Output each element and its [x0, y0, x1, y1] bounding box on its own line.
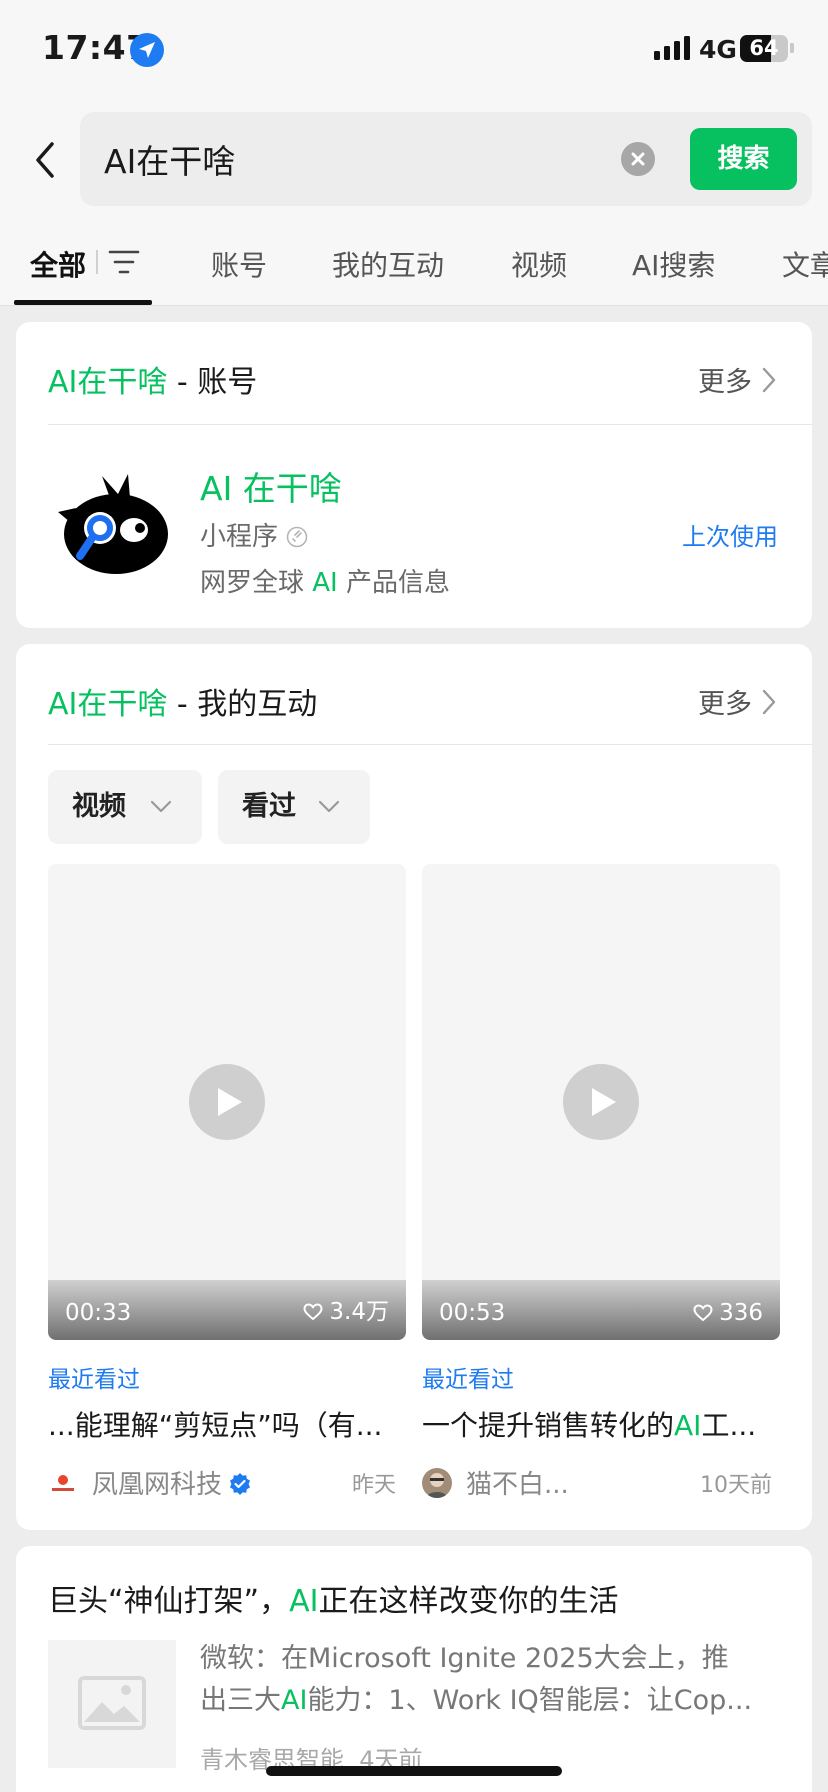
author-name[interactable]: 凤凰网科技: [92, 1464, 252, 1501]
recently-watched-label: 最近看过: [422, 1367, 514, 1393]
video-duration: 00:53: [439, 1300, 506, 1326]
filter-icon[interactable]: [108, 249, 140, 275]
video-title[interactable]: 一个提升销售转化的AI工...: [422, 1404, 787, 1444]
close-icon: [631, 152, 645, 166]
link-icon: [286, 526, 308, 548]
recently-used-label[interactable]: 上次使用: [682, 517, 778, 552]
battery-icon: 64: [740, 35, 788, 62]
network-type: 4G: [699, 35, 737, 64]
active-tab-indicator: [14, 300, 152, 305]
article-snippet: 微软：在Microsoft Ignite 2025大会上，推 出三大AI能力：1…: [200, 1643, 753, 1716]
filter-chip-action[interactable]: 看过: [218, 770, 370, 844]
status-bar: 17:47 4G 64: [0, 0, 828, 100]
tab-ai-search[interactable]: AI搜索: [632, 244, 715, 284]
article-thumbnail[interactable]: [48, 1640, 176, 1768]
author-avatar: [422, 1468, 452, 1498]
author-avatar: [48, 1468, 78, 1498]
video-time-ago: 昨天: [352, 1473, 397, 1498]
chevron-down-icon: [150, 800, 172, 813]
interaction-section-card: AI在干啥 - 我的互动 更多 视频 看过 00:33 3.4万 最近看过 ..…: [16, 644, 812, 1530]
image-placeholder-icon: [78, 1676, 146, 1730]
video-likes: 336: [693, 1300, 763, 1326]
article-title[interactable]: 巨头“神仙打架”，AI正在这样改变你的生活: [48, 1576, 618, 1620]
tab-articles[interactable]: 文章: [782, 244, 828, 284]
location-arrow-icon: [130, 33, 164, 67]
tab-videos[interactable]: 视频: [511, 244, 567, 284]
author-name[interactable]: 猫不白...: [466, 1464, 569, 1501]
divider: [48, 744, 812, 745]
video-thumbnail[interactable]: 00:33 3.4万: [48, 864, 406, 1340]
divider: [48, 424, 812, 425]
tab-my-interactions[interactable]: 我的互动: [332, 244, 444, 284]
search-header: 搜索: [0, 100, 828, 220]
miniprogram-logo[interactable]: [56, 468, 176, 580]
article-card[interactable]: 巨头“神仙打架”，AI正在这样改变你的生活 微软：在Microsoft Igni…: [16, 1546, 812, 1792]
signal-strength-icon: [654, 36, 690, 60]
account-more-link[interactable]: 更多: [698, 360, 776, 399]
battery-tip: [790, 43, 794, 53]
interaction-more-link[interactable]: 更多: [698, 682, 776, 721]
interaction-section-title: AI在干啥 - 我的互动: [48, 687, 318, 722]
tab-divider: [96, 250, 98, 274]
back-button[interactable]: [28, 138, 64, 182]
video-time-ago: 10天前: [700, 1473, 772, 1498]
recently-watched-label: 最近看过: [48, 1367, 140, 1393]
play-icon: [189, 1064, 265, 1140]
account-section-card: AI在干啥 - 账号 更多 AI 在干啥 小程序 网罗全球 AI 产品信息 上次…: [16, 322, 812, 628]
tab-accounts[interactable]: 账号: [211, 244, 267, 284]
video-thumbnail[interactable]: 00:53 336: [422, 864, 780, 1340]
home-indicator: [266, 1766, 562, 1776]
miniprogram-type: 小程序: [200, 516, 308, 553]
chevron-down-icon: [318, 800, 340, 813]
account-section-title: AI在干啥 - 账号: [48, 365, 258, 400]
search-button[interactable]: 搜索: [690, 128, 797, 190]
filter-chip-type[interactable]: 视频: [48, 770, 202, 844]
heart-icon: [693, 1304, 713, 1322]
chevron-right-icon: [762, 689, 776, 715]
miniprogram-description: 网罗全球 AI 产品信息: [200, 568, 450, 598]
play-icon: [563, 1064, 639, 1140]
tab-all[interactable]: 全部: [30, 244, 86, 284]
miniprogram-name[interactable]: AI 在干啥: [200, 462, 342, 510]
video-likes: 3.4万: [303, 1292, 389, 1326]
heart-icon: [303, 1303, 323, 1321]
verified-badge-icon: [230, 1473, 251, 1495]
search-box: 搜索: [80, 112, 812, 206]
battery-percent: 64: [749, 36, 779, 60]
clear-search-button[interactable]: [621, 142, 655, 176]
video-duration: 00:33: [65, 1300, 132, 1326]
result-tabs: 全部 账号 我的互动 视频 AI搜索 文章: [0, 220, 828, 306]
search-input[interactable]: [104, 112, 604, 206]
video-title[interactable]: ...能理解“剪短点”吗（有...: [48, 1404, 413, 1444]
chevron-right-icon: [762, 367, 776, 393]
